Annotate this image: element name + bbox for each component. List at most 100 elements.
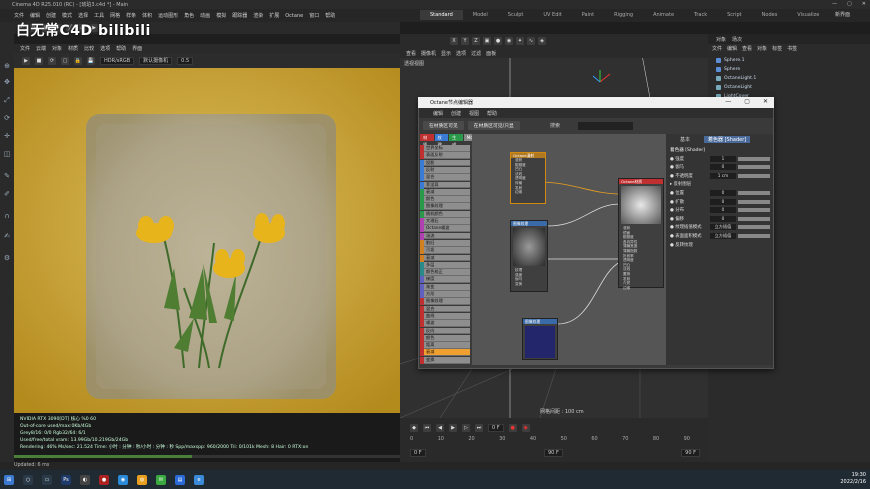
obj-menu-item[interactable]: 标签 [772, 45, 782, 52]
task-view-icon[interactable]: ▭ [42, 474, 52, 485]
render-menu-item[interactable]: 云端 [36, 45, 46, 52]
layout-tab[interactable]: Animate [643, 10, 684, 20]
knife-icon[interactable]: ✎ [3, 172, 11, 180]
axis-x-button[interactable]: X [450, 37, 458, 45]
node-type-item[interactable]: 距离 [424, 342, 470, 349]
object-row[interactable]: Sphere [708, 65, 870, 74]
record-app-icon[interactable]: ● [99, 474, 109, 485]
record-icon[interactable]: ● [508, 424, 517, 432]
menu-item[interactable]: 样条 [126, 12, 136, 19]
menu-item[interactable]: 运动图形 [158, 12, 178, 19]
node-type-item[interactable]: 多层 [424, 261, 470, 269]
node-type-item[interactable]: 渐变 [424, 283, 470, 291]
node-type-item[interactable]: 混合 [424, 305, 470, 313]
layout-tab[interactable]: Script [717, 10, 752, 20]
chrome-icon[interactable]: ◍ [137, 474, 147, 485]
attr-slider[interactable] [738, 216, 770, 221]
viewport-menu-item[interactable]: 摄像机 [421, 50, 436, 57]
node-port[interactable]: 边缘 [511, 190, 545, 195]
oct-menu-item[interactable]: 编辑 [433, 110, 443, 117]
app-icon[interactable]: ◐ [80, 474, 90, 485]
object-row[interactable]: Sphere.1 [708, 56, 870, 65]
layout-tab[interactable]: Sculpt [498, 10, 534, 20]
settings-icon[interactable]: ⚙ [3, 254, 11, 262]
attr-value-field[interactable]: 立方插值 [710, 224, 736, 231]
render-menu-item[interactable]: 材质 [68, 45, 78, 52]
node-octane-material[interactable]: Octane材质 漫射 镜面 粗糙度 各向异性 薄膜宽度 薄膜指数 折射率 透明… [618, 178, 664, 291]
menu-item[interactable]: 创建 [46, 12, 56, 19]
node-type-item[interactable]: 颜色校正 [424, 269, 470, 276]
cube-icon[interactable]: ▣ [483, 37, 491, 45]
node-type-item[interactable]: 梯度 [424, 276, 470, 284]
current-frame-field[interactable]: 0 F [488, 424, 504, 432]
node-search-input[interactable] [578, 122, 633, 130]
node-image-texture[interactable]: 图像纹理 纹理 强度 伽马 变换 [510, 220, 548, 292]
layout-tab[interactable]: Rigging [604, 10, 643, 20]
snap-icon[interactable]: ◫ [3, 150, 11, 158]
light-icon[interactable]: ✦ [516, 37, 524, 45]
node-type-item[interactable]: 方形 [424, 291, 470, 298]
menu-item[interactable]: 编辑 [30, 12, 40, 19]
region-icon[interactable]: ▢ [61, 56, 69, 65]
go-end-icon[interactable]: ⏭ [475, 424, 483, 432]
layout-tab[interactable]: Visualize [787, 10, 829, 20]
taskbar-clock[interactable]: 19:30 2022/2/16 [820, 472, 866, 486]
node-type-item[interactable]: 衰减 [424, 254, 470, 262]
object-row[interactable]: OctaneLight [708, 83, 870, 92]
node-image-texture-2[interactable]: 图像纹理 [522, 318, 558, 360]
menu-item[interactable]: 渲染 [253, 12, 263, 19]
node-type-item[interactable]: 图像纹理 [424, 298, 470, 306]
close-button[interactable]: ✕ [862, 1, 866, 7]
axis-z-button[interactable]: Z [472, 37, 480, 45]
magnet-icon[interactable]: ∩ [3, 212, 11, 220]
render-menu-item[interactable]: 对象 [52, 45, 62, 52]
attr-tab-basic[interactable]: 基本 [680, 136, 690, 143]
node-type-item[interactable]: 反向 [424, 327, 470, 335]
node-type-item[interactable]: 颜色 [424, 334, 470, 342]
node-port[interactable]: 边缘 [619, 286, 663, 291]
obj-menu-item[interactable]: 对象 [757, 45, 767, 52]
node-type-item[interactable]: 菲涅耳 [424, 181, 470, 189]
move-icon[interactable]: ✥ [3, 78, 11, 86]
play-render-icon[interactable]: ▶ [22, 56, 30, 65]
obj-menu-item[interactable]: 书签 [787, 45, 797, 52]
render-menu-item[interactable]: 文件 [20, 45, 30, 52]
layout-tab-standard[interactable]: Standard [420, 10, 463, 20]
node-type-item[interactable]: 随机颜色 [424, 210, 470, 218]
node-type-item[interactable]: Octane噪波 [424, 225, 470, 233]
menu-item[interactable]: 窗口 [309, 12, 319, 19]
attr-slider[interactable] [738, 199, 770, 204]
start-icon[interactable]: ⊞ [4, 474, 14, 485]
node-diffuse[interactable]: Octane漫射 漫射 粗糙度 凹凸 法线 透明度 传输 发射 边缘 [510, 152, 546, 204]
oct-menu-item[interactable]: 创建 [451, 110, 461, 117]
edge-icon[interactable]: e [194, 474, 204, 485]
tab-takes[interactable]: 场次 [732, 36, 742, 43]
max-frame-field[interactable]: 90 F [681, 449, 700, 457]
octane-min-button[interactable]: — [725, 98, 731, 105]
stop-render-icon[interactable]: ■ [35, 56, 43, 65]
attr-slider[interactable] [738, 233, 770, 238]
zoom-field[interactable]: 0.5 [177, 56, 194, 65]
camera-select[interactable]: 默认摄像机 [139, 56, 173, 65]
attr-value-field[interactable]: 立方插值 [710, 232, 736, 239]
node-type-item[interactable]: 颜色 [424, 196, 470, 203]
viewport-menu-item[interactable]: 面板 [486, 50, 496, 57]
keyframe-icon[interactable]: ◆ [410, 424, 418, 432]
go-start-icon[interactable]: ⏮ [423, 424, 431, 432]
layout-tab[interactable]: Paint [572, 10, 604, 20]
paint-icon[interactable]: ✍ [3, 232, 11, 240]
menu-item[interactable]: 模拟 [216, 12, 226, 19]
render-menu-item[interactable]: 帮助 [116, 45, 126, 52]
maximize-button[interactable]: ▢ [847, 1, 852, 7]
menu-item[interactable]: 动画 [200, 12, 210, 19]
node-type-item[interactable]: 变换 [424, 356, 470, 364]
viewport-menu-item[interactable]: 过滤 [471, 50, 481, 57]
node-type-item[interactable]: 衰减 [424, 349, 470, 357]
photoshop-icon[interactable]: Ps [61, 474, 71, 485]
filter-chip[interactable]: 材质 [420, 134, 434, 147]
layout-tab[interactable]: Nodes [752, 10, 788, 20]
attr-value-field[interactable]: 0 [710, 215, 736, 222]
spline-icon[interactable]: ∿ [527, 37, 535, 45]
menu-item[interactable]: 角色 [184, 12, 194, 19]
octane-close-button[interactable]: ✕ [763, 98, 768, 105]
